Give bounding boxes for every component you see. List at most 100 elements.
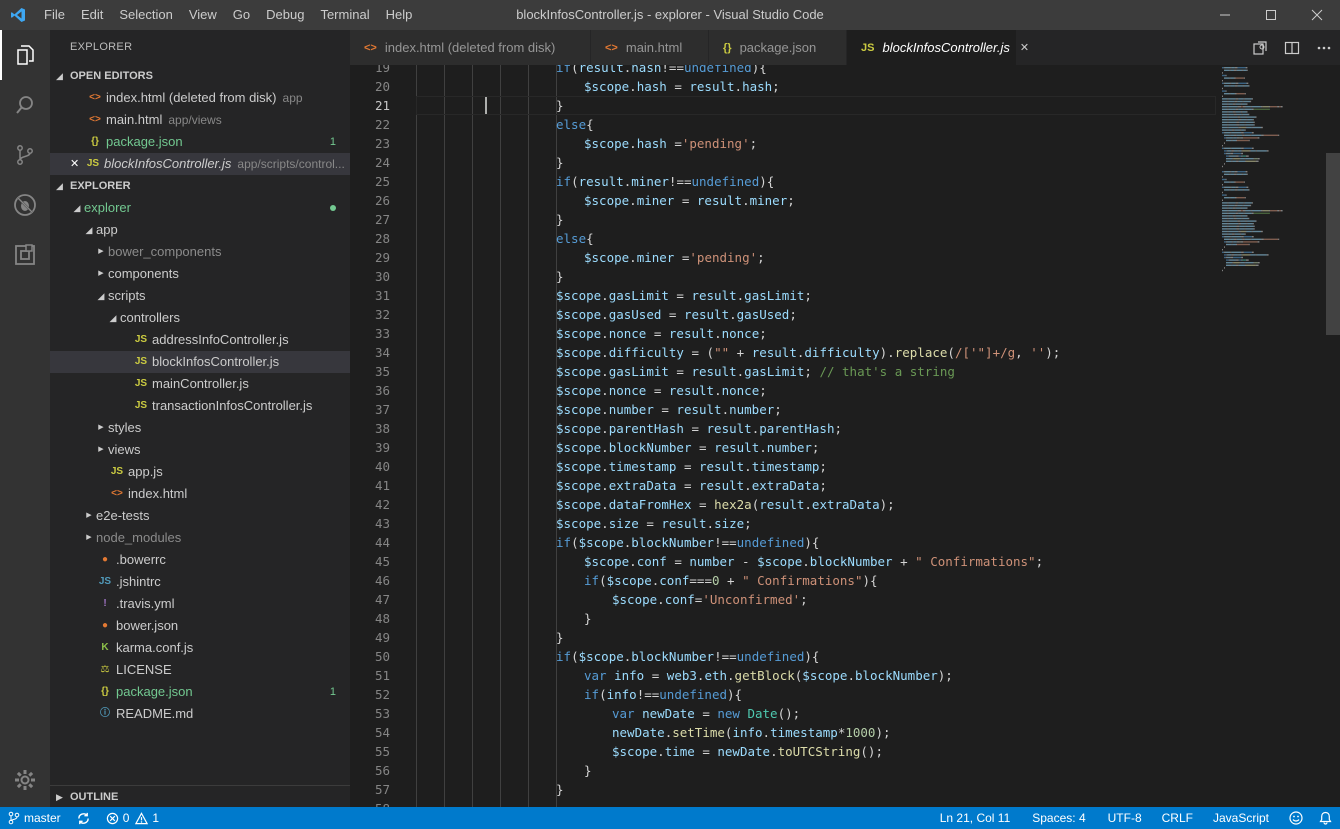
file-item[interactable]: JS mainController.js <box>50 373 350 395</box>
editor-tab[interactable]: {} package.json <box>709 30 847 65</box>
menu-file[interactable]: File <box>36 0 73 30</box>
file-name: explorer <box>84 200 131 215</box>
minimap-mark <box>1228 106 1238 108</box>
editor-scrollbar-thumb[interactable] <box>1326 153 1340 335</box>
menu-help[interactable]: Help <box>378 0 421 30</box>
more-actions-icon[interactable] <box>1308 30 1340 65</box>
file-item[interactable]: <> index.html <box>50 483 350 505</box>
code-token: hex2a <box>714 497 752 512</box>
maximize-button[interactable] <box>1248 0 1294 30</box>
minimap-mark <box>1244 121 1246 123</box>
minimap-mark <box>1229 189 1231 191</box>
file-item[interactable]: JS addressInfoController.js <box>50 329 350 351</box>
minimap-mark <box>1260 106 1263 108</box>
code-token: = <box>646 383 669 398</box>
file-type-icon: <> <box>89 92 101 103</box>
folder-item[interactable]: ▶ bower_components <box>50 241 350 263</box>
outline-section-header[interactable]: ▶ OUTLINE <box>50 785 350 807</box>
file-item[interactable]: {} package.json 1 <box>50 681 350 703</box>
folder-item[interactable]: ◢ controllers <box>50 307 350 329</box>
close-window-button[interactable] <box>1294 0 1340 30</box>
folder-item[interactable]: ▶ components <box>50 263 350 285</box>
menu-terminal[interactable]: Terminal <box>312 0 377 30</box>
open-editors-header[interactable]: ◢ OPEN EDITORS <box>50 65 350 87</box>
minimap-mark <box>1238 98 1244 100</box>
code-line: $scope.gasUsed = result.gasUsed; <box>556 305 797 324</box>
file-item[interactable]: JS blockInfosController.js <box>50 351 350 373</box>
language-mode[interactable]: JavaScript <box>1205 807 1277 829</box>
git-branch-icon <box>8 811 20 825</box>
file-item[interactable]: ! .travis.yml <box>50 593 350 615</box>
folder-item[interactable]: ◢ scripts <box>50 285 350 307</box>
sync-icon[interactable] <box>69 812 98 825</box>
menu-selection[interactable]: Selection <box>111 0 180 30</box>
file-item[interactable]: JS transactionInfosController.js <box>50 395 350 417</box>
editor-tab[interactable]: <> index.html (deleted from disk) <box>350 30 591 65</box>
split-editor-icon[interactable] <box>1276 30 1308 65</box>
file-item[interactable]: ● bower.json <box>50 615 350 637</box>
code-editor[interactable]: 19 if(result.hash!==undefined){20 $scope.h… <box>350 65 1340 807</box>
code-token: } <box>556 98 564 113</box>
code-token: new <box>717 706 740 721</box>
folder-item[interactable]: ◢ explorer <box>50 197 350 219</box>
file-item[interactable]: JS .jshintrc <box>50 571 350 593</box>
code-line: } <box>584 609 592 628</box>
notifications-bell-icon[interactable] <box>1311 811 1340 825</box>
folder-item[interactable]: ◢ app <box>50 219 350 241</box>
open-editor-item[interactable]: <> index.html (deleted from disk) app <box>50 87 350 109</box>
extensions-icon[interactable] <box>0 230 50 280</box>
encoding-status[interactable]: UTF-8 <box>1100 807 1150 829</box>
eol-status[interactable]: CRLF <box>1154 807 1201 829</box>
minimap-mark <box>1224 142 1225 144</box>
file-item[interactable]: ⚖ LICENSE <box>50 659 350 681</box>
file-item[interactable]: JS app.js <box>50 461 350 483</box>
menu-edit[interactable]: Edit <box>73 0 111 30</box>
open-editor-item[interactable]: <> main.html app/views <box>50 109 350 131</box>
feedback-smiley-icon[interactable] <box>1281 811 1311 825</box>
menu-view[interactable]: View <box>181 0 225 30</box>
indentation-status[interactable]: Spaces: 4 <box>1024 807 1093 829</box>
source-control-icon[interactable] <box>0 130 50 180</box>
code-token: . <box>601 288 609 303</box>
code-line: if($scope.conf===0 + " Confirmations"){ <box>584 571 878 590</box>
editor-tab[interactable]: JS blockInfosController.js ✕ <box>847 30 1029 65</box>
line-number: 24 <box>374 155 390 170</box>
minimap-mark <box>1256 254 1267 256</box>
minimap-mark <box>1248 139 1250 142</box>
open-changes-icon[interactable] <box>1244 30 1276 65</box>
editor-tab[interactable]: <> main.html <box>591 30 709 65</box>
minimap[interactable] <box>1210 65 1326 305</box>
file-path: app/views <box>168 113 222 127</box>
line-number: 36 <box>374 383 390 398</box>
cursor-position[interactable]: Ln 21, Col 11 <box>932 807 1019 829</box>
close-tab-icon[interactable]: ✕ <box>1020 41 1029 54</box>
explorer-icon[interactable] <box>0 30 50 80</box>
open-editor-item[interactable]: ✕ JS blockInfosController.js app/scripts/co… <box>50 153 350 175</box>
folder-item[interactable]: ▶ node_modules <box>50 527 350 549</box>
file-item[interactable]: ● .bowerrc <box>50 549 350 571</box>
menu-go[interactable]: Go <box>225 0 258 30</box>
file-name: styles <box>108 420 142 435</box>
line-number: 43 <box>374 516 390 531</box>
code-token: blockNumber <box>854 668 938 683</box>
problems-status[interactable]: 0 1 <box>98 807 167 829</box>
menu-debug[interactable]: Debug <box>258 0 312 30</box>
search-icon[interactable] <box>0 80 50 130</box>
explorer-section-header[interactable]: ◢ EXPLORER <box>50 175 350 197</box>
file-item[interactable]: Kkarma.conf.js <box>50 637 350 659</box>
file-item[interactable]: ⓘ README.md <box>50 703 350 725</box>
settings-gear-icon[interactable] <box>0 755 50 805</box>
open-editor-item[interactable]: {} package.json 1 <box>50 131 350 153</box>
folder-item[interactable]: ▶ views <box>50 439 350 461</box>
code-token: (); <box>777 706 801 721</box>
debug-icon[interactable] <box>0 180 50 230</box>
folder-item[interactable]: ▶ e2e-tests <box>50 505 350 527</box>
code-token: . <box>601 516 609 531</box>
branch-status[interactable]: master <box>0 807 69 829</box>
minimap-mark <box>1231 160 1233 162</box>
code-token: = <box>644 668 667 683</box>
minimap-mark <box>1230 236 1232 238</box>
folder-item[interactable]: ▶ styles <box>50 417 350 439</box>
minimize-button[interactable] <box>1202 0 1248 30</box>
close-icon[interactable]: ✕ <box>70 153 79 175</box>
